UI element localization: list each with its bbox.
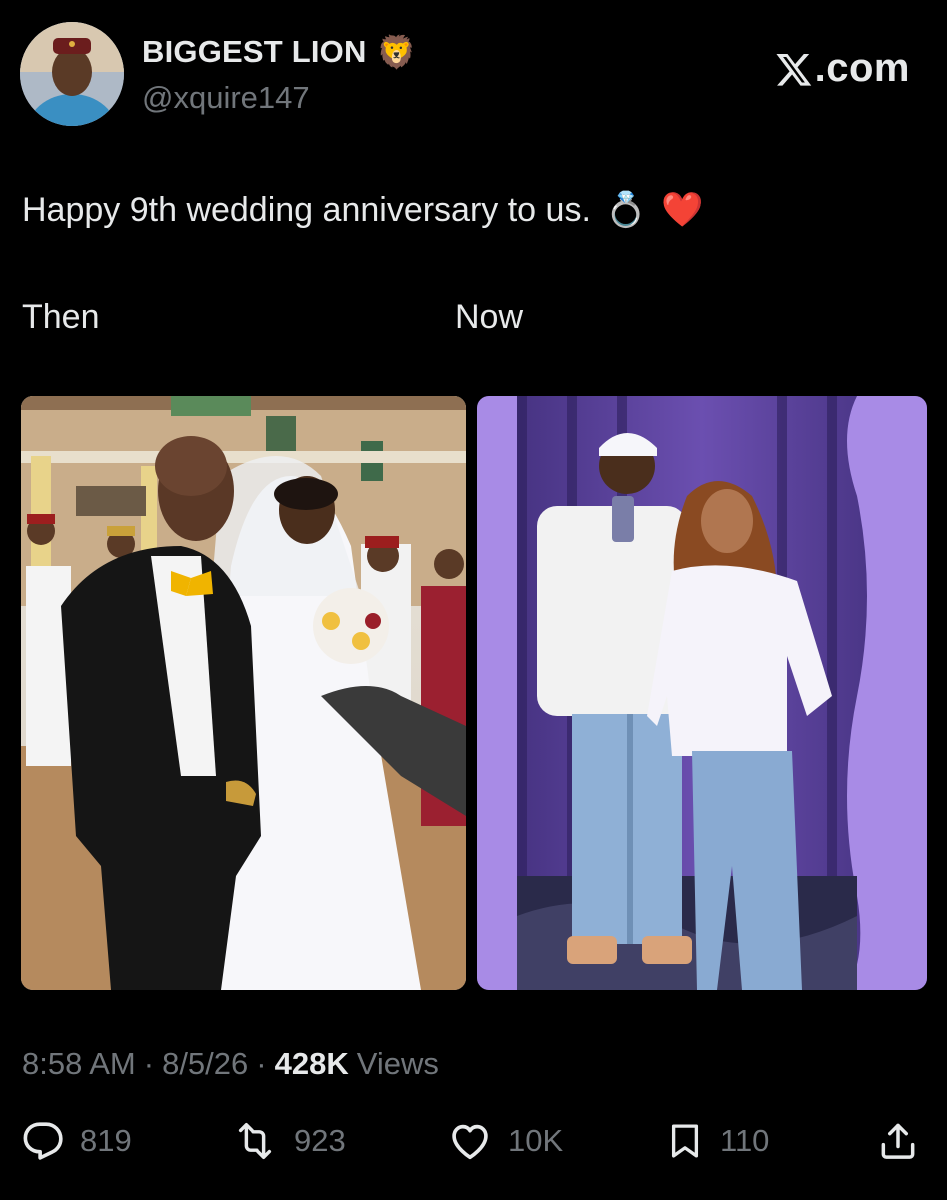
bookmark-icon bbox=[671, 1124, 699, 1158]
repost-icon bbox=[238, 1122, 272, 1160]
reply-button[interactable]: 819 bbox=[20, 1115, 132, 1167]
views-label: Views bbox=[356, 1046, 439, 1081]
ring-emoji-icon: 💍 bbox=[604, 191, 648, 229]
like-button[interactable]: 10K bbox=[446, 1115, 563, 1167]
reply-icon bbox=[23, 1122, 63, 1160]
heart-emoji-icon: ❤️ bbox=[661, 191, 704, 229]
heart-icon bbox=[452, 1124, 488, 1160]
display-name-text: BIGGEST LION bbox=[142, 34, 367, 69]
bookmark-count: 110 bbox=[720, 1123, 770, 1158]
meta-separator: · bbox=[256, 1046, 267, 1081]
now-photo[interactable] bbox=[477, 396, 927, 990]
like-count: 10K bbox=[508, 1123, 564, 1158]
views-count: 428K bbox=[274, 1046, 349, 1081]
tweet-body: Happy 9th wedding anniversary to us. bbox=[22, 190, 591, 229]
reply-count: 819 bbox=[80, 1123, 132, 1158]
avatar[interactable] bbox=[20, 22, 124, 126]
label-then: Then bbox=[22, 298, 100, 336]
display-name[interactable]: BIGGEST LION 🦁 bbox=[142, 34, 417, 70]
user-handle[interactable]: @xquire147 bbox=[142, 80, 310, 116]
meta-separator: · bbox=[143, 1046, 155, 1081]
x-com-label: .com bbox=[814, 46, 910, 90]
share-button[interactable] bbox=[876, 1115, 920, 1167]
tweet-text: Happy 9th wedding anniversary to us. 💍 ❤… bbox=[22, 190, 704, 230]
then-photo[interactable] bbox=[21, 396, 466, 990]
repost-button[interactable]: 923 bbox=[230, 1115, 346, 1167]
share-icon bbox=[881, 1123, 915, 1159]
tweet-header: BIGGEST LION 🦁 @xquire147 .com bbox=[0, 0, 947, 150]
tweet-time[interactable]: 8:58 AM bbox=[22, 1046, 136, 1082]
label-now: Now bbox=[455, 298, 524, 336]
x-com-watermark: .com bbox=[775, 46, 910, 91]
repost-count: 923 bbox=[294, 1123, 346, 1158]
bookmark-button[interactable]: 110 bbox=[664, 1115, 769, 1167]
x-logo-icon bbox=[776, 53, 811, 86]
tweet-date[interactable]: 8/5/26 bbox=[162, 1046, 248, 1082]
lion-emoji-icon: 🦁 bbox=[376, 34, 417, 70]
action-bar: 819 923 10K 110 bbox=[0, 1115, 947, 1175]
tweet-meta: 8:58 AM · 8/5/26 · 428K Views bbox=[22, 1046, 439, 1082]
